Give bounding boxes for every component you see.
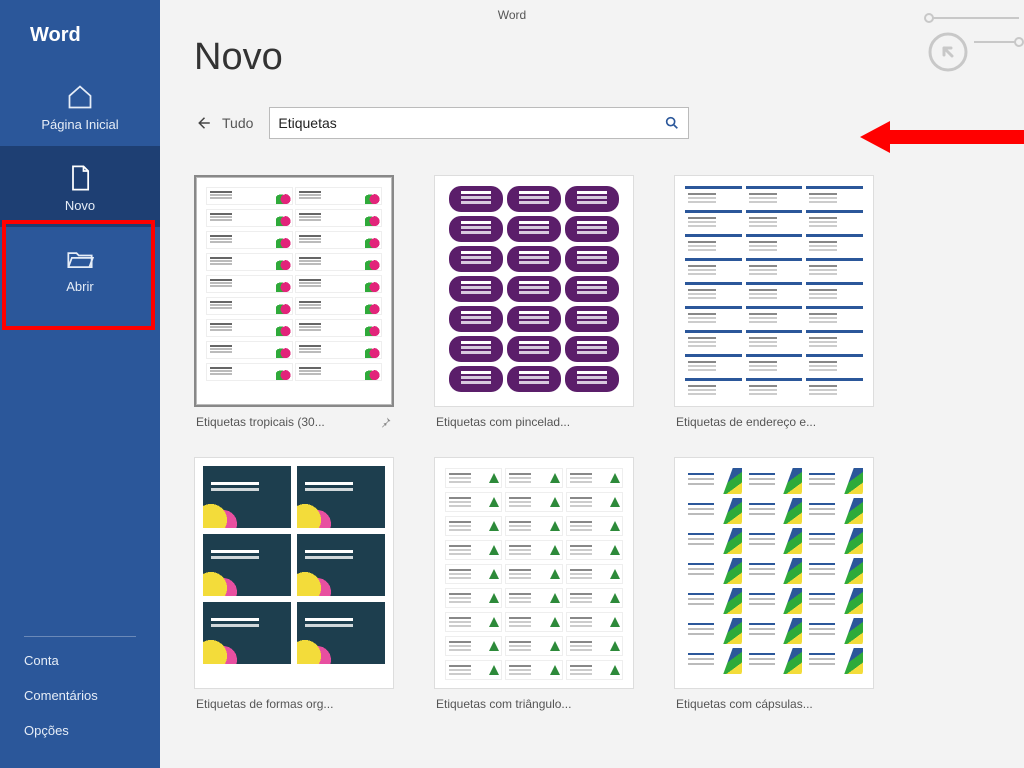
- search-icon[interactable]: [664, 115, 680, 131]
- template-thumbnail: [674, 175, 874, 407]
- search-input[interactable]: [278, 115, 664, 131]
- template-name: Etiquetas de endereço e...: [676, 415, 816, 429]
- sidebar: Word Página Inicial Novo Abrir Conta C: [0, 0, 160, 768]
- page-title: Novo: [194, 36, 994, 79]
- document-icon: [66, 164, 94, 192]
- pin-icon[interactable]: [380, 416, 392, 428]
- sidebar-footer: Conta Comentários Opções: [0, 636, 160, 768]
- search-row: Tudo: [194, 107, 994, 139]
- template-card[interactable]: Etiquetas de formas org...: [194, 457, 394, 711]
- search-box[interactable]: [269, 107, 689, 139]
- template-card[interactable]: Etiquetas com cápsulas...: [674, 457, 874, 711]
- template-card[interactable]: Etiquetas de endereço e...: [674, 175, 874, 429]
- sidebar-item-label: Abrir: [66, 279, 93, 294]
- divider: [24, 636, 136, 637]
- template-name: Etiquetas com triângulo...: [436, 697, 571, 711]
- template-thumbnail: [434, 175, 634, 407]
- template-grid: Etiquetas tropicais (30... Etiquetas com…: [194, 175, 994, 711]
- home-icon: [66, 83, 94, 111]
- sidebar-item-account[interactable]: Conta: [0, 643, 160, 678]
- template-name: Etiquetas com cápsulas...: [676, 697, 813, 711]
- template-card[interactable]: Etiquetas com triângulo...: [434, 457, 634, 711]
- template-thumbnail: [674, 457, 874, 689]
- template-name: Etiquetas com pincelad...: [436, 415, 570, 429]
- template-name: Etiquetas tropicais (30...: [196, 415, 325, 429]
- sidebar-item-options[interactable]: Opções: [0, 713, 160, 748]
- folder-open-icon: [66, 245, 94, 273]
- sidebar-item-label: Novo: [65, 198, 95, 213]
- brand: Word: [0, 0, 160, 65]
- sidebar-nav: Página Inicial Novo Abrir: [0, 65, 160, 308]
- sidebar-item-new[interactable]: Novo: [0, 146, 160, 227]
- template-thumbnail: [194, 457, 394, 689]
- main-content: Novo Tudo: [160, 0, 1024, 768]
- template-name: Etiquetas de formas org...: [196, 697, 333, 711]
- sidebar-item-home[interactable]: Página Inicial: [0, 65, 160, 146]
- template-thumbnail: [194, 175, 394, 407]
- sidebar-item-open[interactable]: Abrir: [0, 227, 160, 308]
- breadcrumb[interactable]: Tudo: [222, 115, 253, 131]
- sidebar-item-feedback[interactable]: Comentários: [0, 678, 160, 713]
- back-arrow-icon[interactable]: [194, 114, 212, 132]
- template-card[interactable]: Etiquetas com pincelad...: [434, 175, 634, 429]
- sidebar-item-label: Página Inicial: [41, 117, 118, 132]
- template-card[interactable]: Etiquetas tropicais (30...: [194, 175, 394, 429]
- template-thumbnail: [434, 457, 634, 689]
